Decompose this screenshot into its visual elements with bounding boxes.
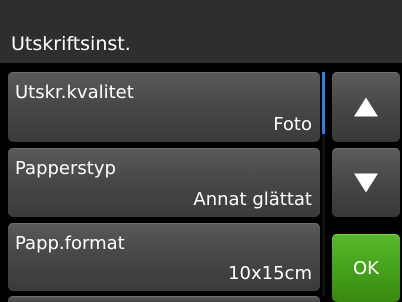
paper-type-label: Papperstyp	[15, 158, 116, 179]
arrow-up-icon	[354, 97, 378, 117]
print-settings-screen: Utskriftsinst. Utskr.kvalitet Foto Pappe…	[0, 0, 402, 302]
ok-button-label: OK	[353, 258, 379, 279]
scroll-down-button[interactable]	[332, 148, 400, 217]
paper-type-value: Annat glättat	[193, 189, 312, 210]
screen-title: Utskriftsinst.	[11, 33, 131, 55]
scrollbar-thumb[interactable]	[322, 72, 325, 134]
arrow-down-icon	[354, 173, 378, 192]
menu-item-print-quality[interactable]: Utskr.kvalitet Foto	[8, 72, 320, 142]
menu-item-paper-type[interactable]: Papperstyp Annat glättat	[8, 148, 320, 217]
ok-button[interactable]: OK	[332, 234, 400, 302]
print-quality-label: Utskr.kvalitet	[15, 82, 134, 103]
paper-size-label: Papp.format	[15, 233, 125, 254]
paper-size-value: 10x15cm	[228, 263, 312, 284]
scroll-up-button[interactable]	[332, 72, 400, 142]
menu-item-next-partial[interactable]	[8, 296, 320, 302]
scrollbar[interactable]	[322, 72, 325, 296]
header-bar: Utskriftsinst.	[0, 0, 402, 63]
menu-item-paper-size[interactable]: Papp.format 10x15cm	[8, 223, 320, 291]
print-quality-value: Foto	[273, 114, 312, 135]
